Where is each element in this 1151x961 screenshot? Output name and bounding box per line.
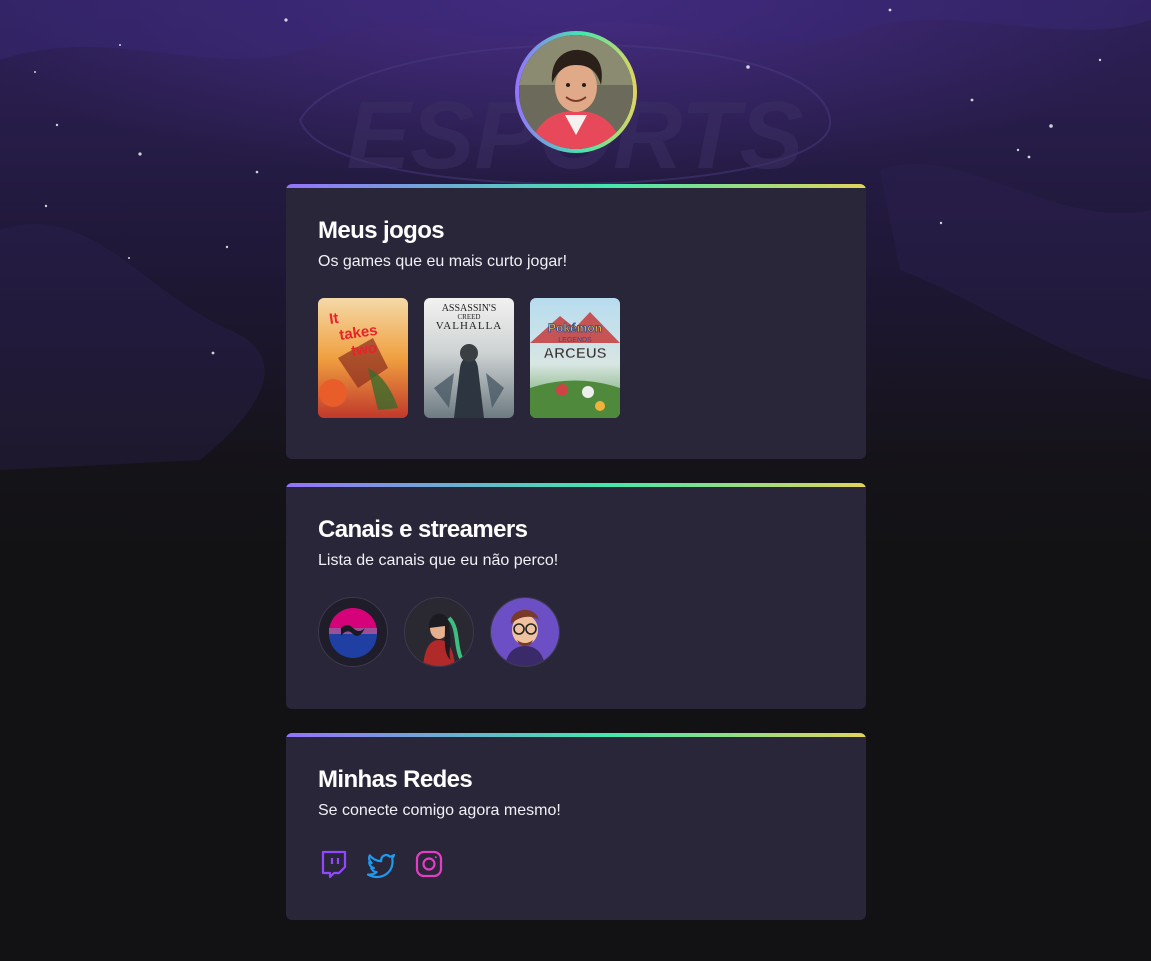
- game-cover-pokemon-arceus[interactable]: Pokémon LEGENDS ARCEUS: [530, 298, 620, 418]
- profile-avatar: [519, 35, 633, 149]
- socials-list: [318, 849, 834, 879]
- channels-list: [318, 597, 834, 667]
- socials-card: Minhas Redes Se conecte comigo agora mes…: [286, 733, 866, 920]
- game-cover-it-takes-two[interactable]: It takes two: [318, 298, 408, 418]
- channels-card: Canais e streamers Lista de canais que e…: [286, 483, 866, 709]
- twitter-icon[interactable]: [366, 849, 396, 879]
- profile-avatar-ring: [515, 31, 637, 153]
- games-title: Meus jogos: [318, 217, 445, 244]
- games-card: Meus jogos Os games que eu mais curto jo…: [286, 184, 866, 459]
- svg-text:ARCEUS: ARCEUS: [543, 345, 606, 362]
- svg-text:LEGENDS: LEGENDS: [558, 337, 592, 344]
- svg-text:Pokémon: Pokémon: [548, 321, 602, 335]
- svg-text:two: two: [350, 340, 378, 360]
- instagram-icon[interactable]: [414, 849, 444, 879]
- socials-subtitle: Se conecte comigo agora mesmo!: [318, 802, 561, 819]
- svg-text:VALHALLA: VALHALLA: [436, 320, 502, 332]
- games-subtitle: Os games que eu mais curto jogar!: [318, 253, 568, 270]
- channels-subtitle: Lista de canais que eu não perco!: [318, 552, 559, 569]
- game-cover-ac-valhalla[interactable]: ASSASSIN'S CREED VALHALLA: [424, 298, 514, 418]
- channel-avatar-2[interactable]: [404, 597, 474, 667]
- channel-avatar-1[interactable]: [318, 597, 388, 667]
- socials-title: Minhas Redes: [318, 766, 473, 793]
- channel-avatar-3[interactable]: [490, 597, 560, 667]
- twitch-icon[interactable]: [318, 849, 348, 879]
- games-list: It takes two ASSASSIN'S CREED VALHALLA P…: [318, 298, 834, 418]
- channels-title: Canais e streamers: [318, 516, 528, 543]
